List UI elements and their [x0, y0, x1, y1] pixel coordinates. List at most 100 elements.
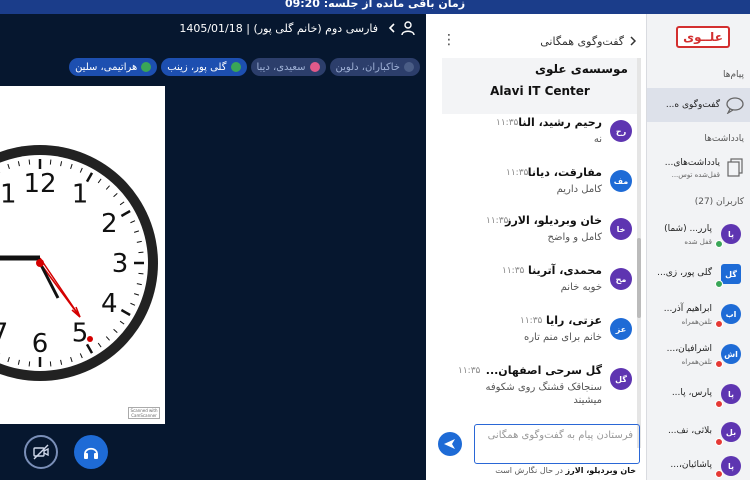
user-name: پاشائیان،... — [670, 460, 712, 470]
chat-title: گفت‌وگوی همگانی — [540, 34, 624, 48]
mic-icon — [230, 62, 241, 72]
public-chat-label: گفت‌وگوی ه... — [665, 100, 720, 110]
avatar: پا — [721, 456, 741, 476]
avatar: مح — [610, 268, 632, 290]
sender-name: خان وبردیلو، الارز — [505, 214, 602, 227]
user-name: اشرافیان،... — [666, 344, 712, 354]
user-status: تلفن‌همراه — [681, 318, 712, 326]
messages-section-label: پیام‌ها — [722, 70, 744, 80]
chat-message: خا خان وبردیلو، الارز ۱۱:۳۵ کامل و واضح — [426, 214, 636, 258]
message-text: خانم برای منم تاره — [523, 332, 602, 343]
welcome-org: موسسه‌ی علوی — [534, 62, 628, 76]
scanner-watermark: Scanned with CamScanner — [128, 407, 160, 419]
user-name: گلی پور، زی... — [657, 268, 712, 278]
chat-bubble-icon — [726, 97, 744, 114]
chat-scrollbar[interactable] — [637, 58, 641, 448]
message-text: خوبه خانم — [560, 282, 602, 293]
talking-indicators: خاکباران، دلوین سعیدی، دیبا گلی پور، زین… — [10, 58, 420, 76]
avatar: رح — [610, 120, 632, 142]
clock-tick — [138, 251, 144, 254]
clock-number: 12 — [23, 169, 56, 199]
avatar: مف — [610, 170, 632, 192]
speaker-pill[interactable]: هراتیمی، سلین — [69, 58, 158, 76]
user-row[interactable]: گل گلی پور، زی... — [647, 256, 750, 296]
brand-logo: علــوی — [676, 26, 730, 48]
chat-input[interactable]: فرستادن پیام به گفت‌وگوی همگانی — [474, 424, 640, 464]
status-badge — [715, 240, 723, 248]
chat-message: مف مفارقت، دیانا ۱۱:۳۵ کامل داریم — [426, 166, 636, 210]
notes-section-label: یادداشت‌ها — [704, 134, 744, 144]
chat-panel: گفت‌وگوی همگانی ⋮ موسسه‌ی علوی Alavi IT … — [426, 14, 646, 480]
chevron-right-icon[interactable] — [628, 36, 638, 46]
clock-tick — [49, 361, 52, 367]
options-icon[interactable]: ⋮ — [442, 32, 456, 48]
user-name: ابراهیم آذر... — [663, 304, 712, 314]
chat-message: گل گل سرحی اصفهان... ۱۱:۳۵ سنجاقک قشنگ ر… — [426, 364, 636, 414]
camera-button[interactable] — [24, 435, 58, 469]
chat-message: مح محمدی، آترینا ۱۱:۳۵ خوبه خانم — [426, 264, 636, 308]
sender-name: مفارقت، دیانا — [527, 166, 602, 179]
message-text: سنجاقک قشنگ روی شکوفه — [485, 382, 602, 393]
chat-message: رح رحیم رشید، النا ۱۱:۳۵ نه — [426, 116, 636, 160]
clock-number: 6 — [32, 329, 49, 359]
clock-tick — [28, 159, 31, 165]
user-row[interactable]: اش اشرافیان،... تلفن‌همراه — [647, 336, 750, 376]
clock-number: 4 — [101, 289, 118, 319]
speaker-pill[interactable]: سعیدی، دیبا — [250, 58, 326, 76]
speaker-pill[interactable]: گلی پور، زینب — [161, 58, 247, 76]
mic-icon — [404, 62, 414, 72]
avatar: عز — [610, 318, 632, 340]
user-status: قفل شده — [684, 238, 712, 246]
speaker-pill[interactable]: خاکباران، دلوین — [329, 58, 420, 76]
status-badge — [715, 280, 723, 288]
avatar: بل — [721, 422, 741, 442]
sender-name: رحیم رشید، النا — [518, 116, 602, 129]
message-time: ۱۱:۳۵ — [458, 366, 481, 376]
sender-name: گل سرحی اصفهان... — [485, 364, 602, 377]
avatar: گل — [610, 368, 632, 390]
user-name: بلاثی، نف... — [667, 426, 712, 436]
user-row[interactable]: بل بلاثی، نف... — [647, 416, 750, 450]
chevron-left-icon[interactable] — [386, 22, 398, 34]
mic-icon — [141, 62, 152, 72]
speaker-name: گلی پور، زینب — [167, 61, 227, 73]
avatar: اش — [721, 344, 741, 364]
message-text-continued: میشیند — [573, 395, 602, 406]
message-text: کامل و واضح — [547, 232, 602, 243]
audio-button[interactable] — [74, 435, 108, 469]
welcome-message: موسسه‌ی علوی Alavi IT Center — [442, 58, 638, 114]
scrollbar-thumb[interactable] — [637, 238, 641, 318]
clock-tick — [138, 272, 144, 275]
speaker-name: هراتیمی، سلین — [75, 61, 138, 73]
typing-user: خان وبردیلو، الارز — [565, 466, 636, 475]
user-row[interactable]: پا پارس، پا... — [647, 376, 750, 416]
users-icon[interactable] — [400, 20, 416, 36]
chat-message: عز عزتی، رایا ۱۱:۳۵ خانم برای منم تاره — [426, 314, 636, 358]
status-badge — [715, 360, 723, 368]
shared-notes-item[interactable]: یادداشت‌های... قفل‌شده توس... — [647, 152, 750, 188]
avatar: پا — [721, 384, 741, 404]
avatar: خا — [610, 218, 632, 240]
status-badge — [715, 320, 723, 328]
clock-number: 2 — [101, 209, 118, 239]
clock-number: 7 — [0, 318, 8, 348]
typing-indicator: خان وبردیلو، الارز در حال نگارش است — [426, 466, 640, 475]
status-badge — [715, 470, 723, 478]
status-badge — [715, 438, 723, 446]
session-timer-bar: زمان باقی مانده از جلسه: 09:20 — [0, 0, 750, 14]
public-chat-item[interactable]: گفت‌وگوی ه... — [647, 88, 750, 122]
typing-suffix: در حال نگارش است — [495, 466, 563, 475]
sender-name: عزتی، رایا — [546, 314, 602, 327]
send-button[interactable] — [438, 432, 462, 456]
meeting-title: فارسی دوم (خانم گلی پور) | 1405/01/18 — [179, 21, 378, 35]
user-row[interactable]: پا پارر... (شما) قفل شده — [647, 216, 750, 256]
welcome-center: Alavi IT Center — [490, 84, 590, 98]
user-row[interactable]: اب ابراهیم آذر... تلفن‌همراه — [647, 296, 750, 336]
message-time: ۱۱:۳۵ — [486, 216, 509, 226]
clock-number: 11 — [0, 180, 17, 210]
user-row[interactable]: پا پاشائیان،... — [647, 452, 750, 480]
camera-off-icon — [33, 444, 49, 460]
user-name: پارس، پا... — [671, 388, 712, 398]
chat-header: گفت‌وگوی همگانی ⋮ — [426, 28, 646, 54]
avatar: اب — [721, 304, 741, 324]
